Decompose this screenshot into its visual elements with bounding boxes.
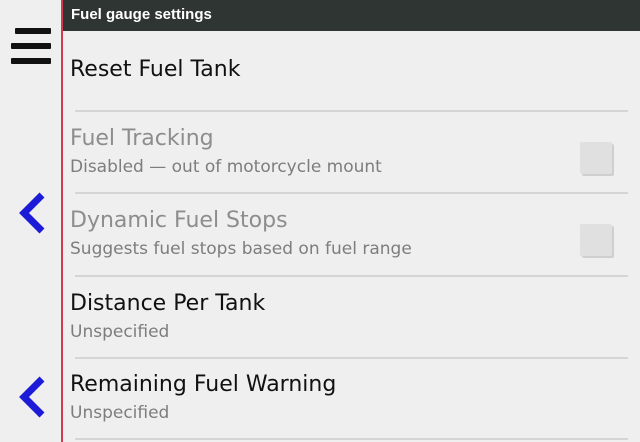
menu-bar-middle [11,43,51,49]
remaining-fuel-warning-summary: Unspecified [70,403,170,423]
settings-list: Reset Fuel Tank Fuel Tracking Disabled —… [63,31,640,442]
chevron-left-icon[interactable] [16,191,48,235]
remaining-fuel-warning-item[interactable]: Remaining Fuel Warning Unspecified [63,359,640,439]
chevron-left-svg [19,376,45,418]
list-divider [75,438,628,440]
dynamic-fuel-stops-label: Dynamic Fuel Stops [70,208,288,233]
left-rail [0,0,61,442]
fuel-tracking-item[interactable]: Fuel Tracking Disabled — out of motorcyc… [63,112,640,192]
distance-per-tank-summary: Unspecified [70,322,170,342]
title-bar: Fuel gauge settings [63,0,640,31]
chevron-left-icon[interactable] [16,375,48,419]
page-title: Fuel gauge settings [71,6,212,23]
dynamic-fuel-stops-summary: Suggests fuel stops based on fuel range [70,239,412,259]
dynamic-fuel-stops-item[interactable]: Dynamic Fuel Stops Suggests fuel stops b… [63,194,640,274]
chevron-left-svg [19,192,45,234]
reset-fuel-tank-label: Reset Fuel Tank [70,57,241,82]
dynamic-fuel-stops-checkbox[interactable] [580,224,612,256]
menu-bar-top [15,28,51,34]
fuel-tracking-checkbox[interactable] [580,142,612,174]
menu-bar-bottom [11,58,51,64]
fuel-tracking-label: Fuel Tracking [70,126,214,151]
distance-per-tank-item[interactable]: Distance Per Tank Unspecified [63,277,640,357]
distance-per-tank-label: Distance Per Tank [70,291,266,316]
hamburger-menu-icon[interactable] [11,28,51,66]
fuel-tracking-summary: Disabled — out of motorcycle mount [70,157,382,177]
remaining-fuel-warning-label: Remaining Fuel Warning [70,372,337,397]
reset-fuel-tank-item[interactable]: Reset Fuel Tank [63,31,640,111]
